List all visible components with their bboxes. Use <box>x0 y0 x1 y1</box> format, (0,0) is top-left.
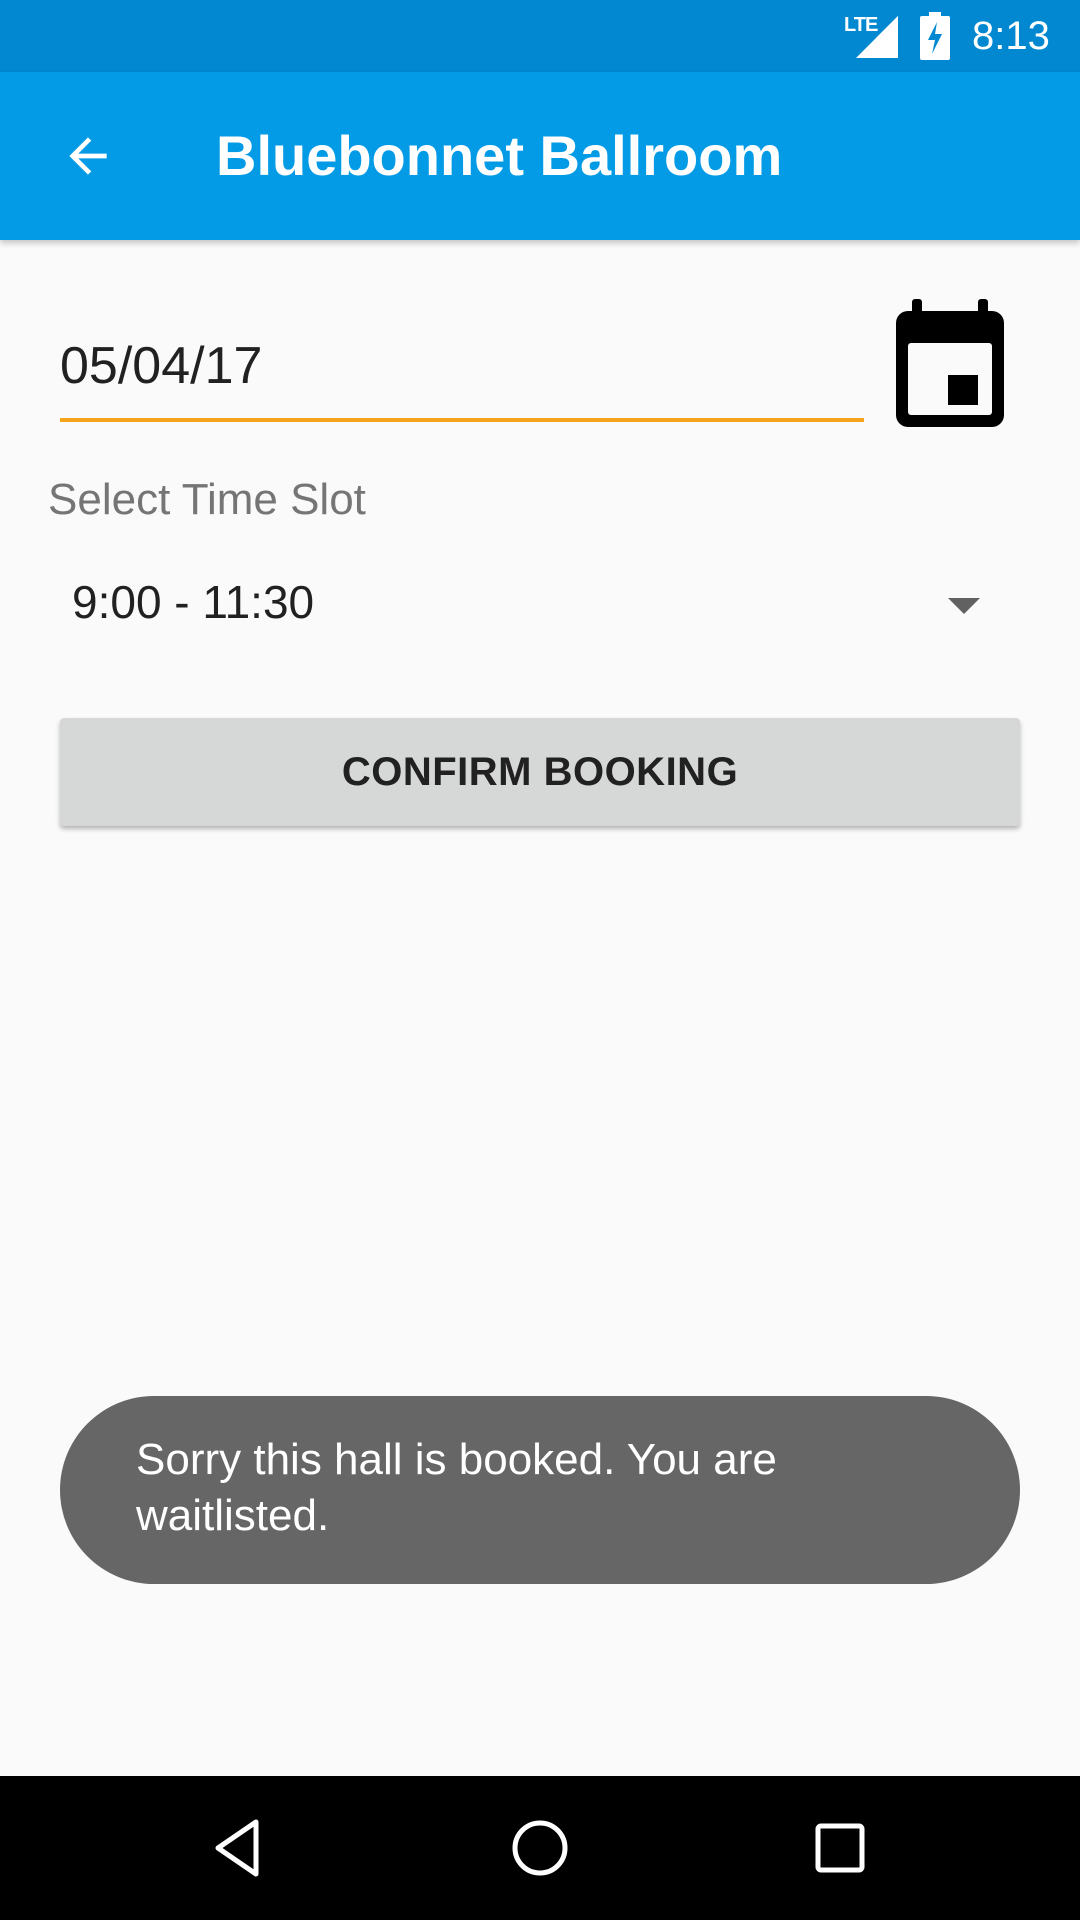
nav-home-icon <box>512 1820 568 1876</box>
back-button[interactable] <box>40 108 136 204</box>
nav-recents-icon <box>815 1823 865 1873</box>
confirm-booking-label: CONFIRM BOOKING <box>341 749 739 794</box>
arrow-back-icon <box>69 137 107 175</box>
toast-message: Sorry this hall is booked. You are waitl… <box>136 1435 777 1540</box>
page-title: Bluebonnet Ballroom <box>216 124 783 187</box>
nav-back-icon <box>215 1819 259 1877</box>
calendar-button[interactable] <box>888 296 1012 432</box>
timeslot-label: Select Time Slot <box>48 475 366 524</box>
status-bar: LTE 8:13 <box>0 0 1080 72</box>
timeslot-selected-value: 9:00 - 11:30 <box>72 576 315 628</box>
confirm-booking-button[interactable]: CONFIRM BOOKING <box>60 718 1020 826</box>
date-field[interactable]: 05/04/17 <box>60 318 864 422</box>
navigation-bar <box>0 1776 1080 1920</box>
dropdown-arrow-icon <box>948 598 980 614</box>
lte-signal-icon <box>856 16 898 58</box>
nav-back-button[interactable] <box>190 1798 290 1898</box>
date-value: 05/04/17 <box>60 337 263 395</box>
app-bar: Bluebonnet Ballroom <box>0 72 1080 240</box>
screen: LTE 8:13 Bluebonnet Ballroom 05/04/17 Se… <box>0 0 1080 1920</box>
nav-home-button[interactable] <box>490 1798 590 1898</box>
calendar-icon <box>896 299 1004 427</box>
timeslot-dropdown[interactable]: 9:00 - 11:30 <box>48 556 1008 652</box>
nav-recents-button[interactable] <box>790 1798 890 1898</box>
clock: 8:13 <box>972 14 1050 58</box>
battery-charging-icon <box>920 12 950 60</box>
toast: Sorry this hall is booked. You are waitl… <box>60 1396 1020 1584</box>
